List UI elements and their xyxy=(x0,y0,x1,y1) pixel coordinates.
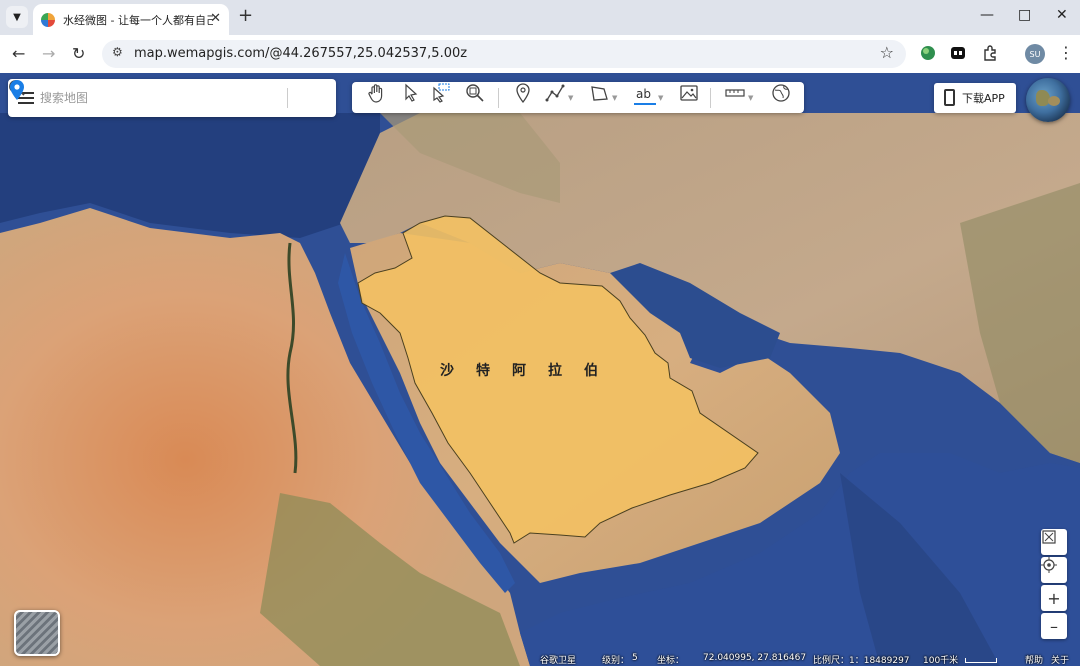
globe-view-icon[interactable] xyxy=(770,82,792,104)
map-search-input[interactable] xyxy=(40,89,240,107)
map-scale-ratio: 比例尺：1：18489297 xyxy=(813,656,910,666)
download-app-button[interactable]: 下载APP xyxy=(934,83,1016,113)
fullscreen-icon xyxy=(1042,530,1056,544)
site-favicon-icon xyxy=(41,12,55,27)
close-window-button[interactable]: ✕ xyxy=(1056,7,1068,23)
scale-bar xyxy=(965,658,997,663)
tab-search-button[interactable]: ▼ xyxy=(6,6,28,28)
measure-dropdown-icon[interactable]: ▼ xyxy=(748,94,753,102)
toolbar-separator xyxy=(710,88,711,108)
select-pointer-icon[interactable] xyxy=(400,82,422,104)
extensions-puzzle-icon[interactable] xyxy=(982,45,998,61)
polygon-dropdown-icon[interactable]: ▼ xyxy=(612,94,617,102)
search-separator xyxy=(287,88,288,108)
about-link[interactable]: 关于 xyxy=(1051,653,1069,666)
zoom-level-label: 级别： xyxy=(602,656,630,666)
tab-title: 水经微图 - 让每一个人都有自己 xyxy=(63,13,213,27)
site-info-icon[interactable]: ⚙ xyxy=(112,45,123,59)
zoom-level-value: 5 xyxy=(632,653,638,663)
map-region-label: 沙特阿拉伯 xyxy=(440,363,620,379)
box-select-icon[interactable] xyxy=(430,82,452,104)
zoom-out-button[interactable]: – xyxy=(1041,613,1067,639)
toolbar-separator xyxy=(498,88,499,108)
label-dropdown-icon[interactable]: ▼ xyxy=(658,94,663,102)
extension-globe-icon[interactable] xyxy=(920,45,936,61)
map-search-box xyxy=(8,79,336,117)
tab-close-icon[interactable]: ✕ xyxy=(210,11,221,26)
scale-bar-label: 100千米 xyxy=(923,656,959,666)
map-canvas[interactable]: 沙特阿拉伯 搜索地图 ▼ ▼ ab ▼ ▼ 下载APP + – 谷歌卫星 级别：… xyxy=(0,73,1080,666)
globe-land-icon xyxy=(1048,96,1060,106)
reload-button[interactable]: ↻ xyxy=(72,44,85,63)
maximize-button[interactable]: □ xyxy=(1018,7,1031,23)
polygon-icon[interactable] xyxy=(588,82,610,104)
browser-address-bar: ← → ↻ ⚙ map.wemapgis.com/@44.267557,25.0… xyxy=(0,35,1080,73)
help-link[interactable]: 帮助 xyxy=(1025,653,1043,666)
map-toolbar: ▼ ▼ ab ▼ ▼ xyxy=(352,82,804,113)
fullscreen-button[interactable] xyxy=(1041,529,1067,555)
zoom-area-icon[interactable] xyxy=(464,82,486,104)
bookmark-star-icon[interactable]: ☆ xyxy=(880,43,894,62)
locate-me-button[interactable] xyxy=(1041,557,1067,583)
browser-tab[interactable]: 水经微图 - 让每一个人都有自己 ✕ xyxy=(33,4,229,35)
marker-icon[interactable] xyxy=(512,82,534,104)
url-field[interactable]: ⚙ map.wemapgis.com/@44.267557,25.042537,… xyxy=(102,40,906,68)
zoom-in-button[interactable]: + xyxy=(1041,585,1067,611)
minimize-button[interactable]: — xyxy=(980,7,994,23)
profile-avatar[interactable]: SU xyxy=(1025,44,1045,64)
label-tool-text: ab xyxy=(636,87,651,101)
image-icon[interactable] xyxy=(678,82,700,104)
polyline-icon[interactable] xyxy=(544,82,566,104)
back-button[interactable]: ← xyxy=(12,44,25,63)
label-tool-icon[interactable]: ab xyxy=(632,87,658,109)
basemap-source: 谷歌卫星 xyxy=(540,656,577,666)
extension-app-icon[interactable] xyxy=(950,45,966,61)
new-tab-button[interactable]: + xyxy=(238,6,253,26)
forward-button[interactable]: → xyxy=(42,44,55,63)
measure-ruler-icon[interactable] xyxy=(724,82,746,104)
minus-icon: – xyxy=(1050,616,1058,636)
browser-menu-icon[interactable]: ⋮ xyxy=(1058,43,1074,62)
3d-globe-button[interactable] xyxy=(1026,78,1070,122)
map-status-bar: 谷歌卫星 级别： 5 坐标： 72.040995, 27.816467 比例尺：… xyxy=(0,650,1080,666)
download-app-label: 下载APP xyxy=(962,92,1005,105)
coordinate-readout: 72.040995, 27.816467 xyxy=(703,653,807,663)
polyline-dropdown-icon[interactable]: ▼ xyxy=(568,94,573,102)
location-pin-icon[interactable] xyxy=(8,79,26,101)
coordinate-label: 坐标： xyxy=(657,656,685,666)
url-text: map.wemapgis.com/@44.267557,25.042537,5.… xyxy=(134,46,468,61)
phone-icon xyxy=(944,89,955,106)
crosshair-icon xyxy=(1041,557,1057,573)
plus-icon: + xyxy=(1047,588,1061,608)
browser-tab-bar: ▼ 水经微图 - 让每一个人都有自己 ✕ + — □ ✕ xyxy=(0,0,1080,35)
pan-hand-icon[interactable] xyxy=(366,82,388,104)
